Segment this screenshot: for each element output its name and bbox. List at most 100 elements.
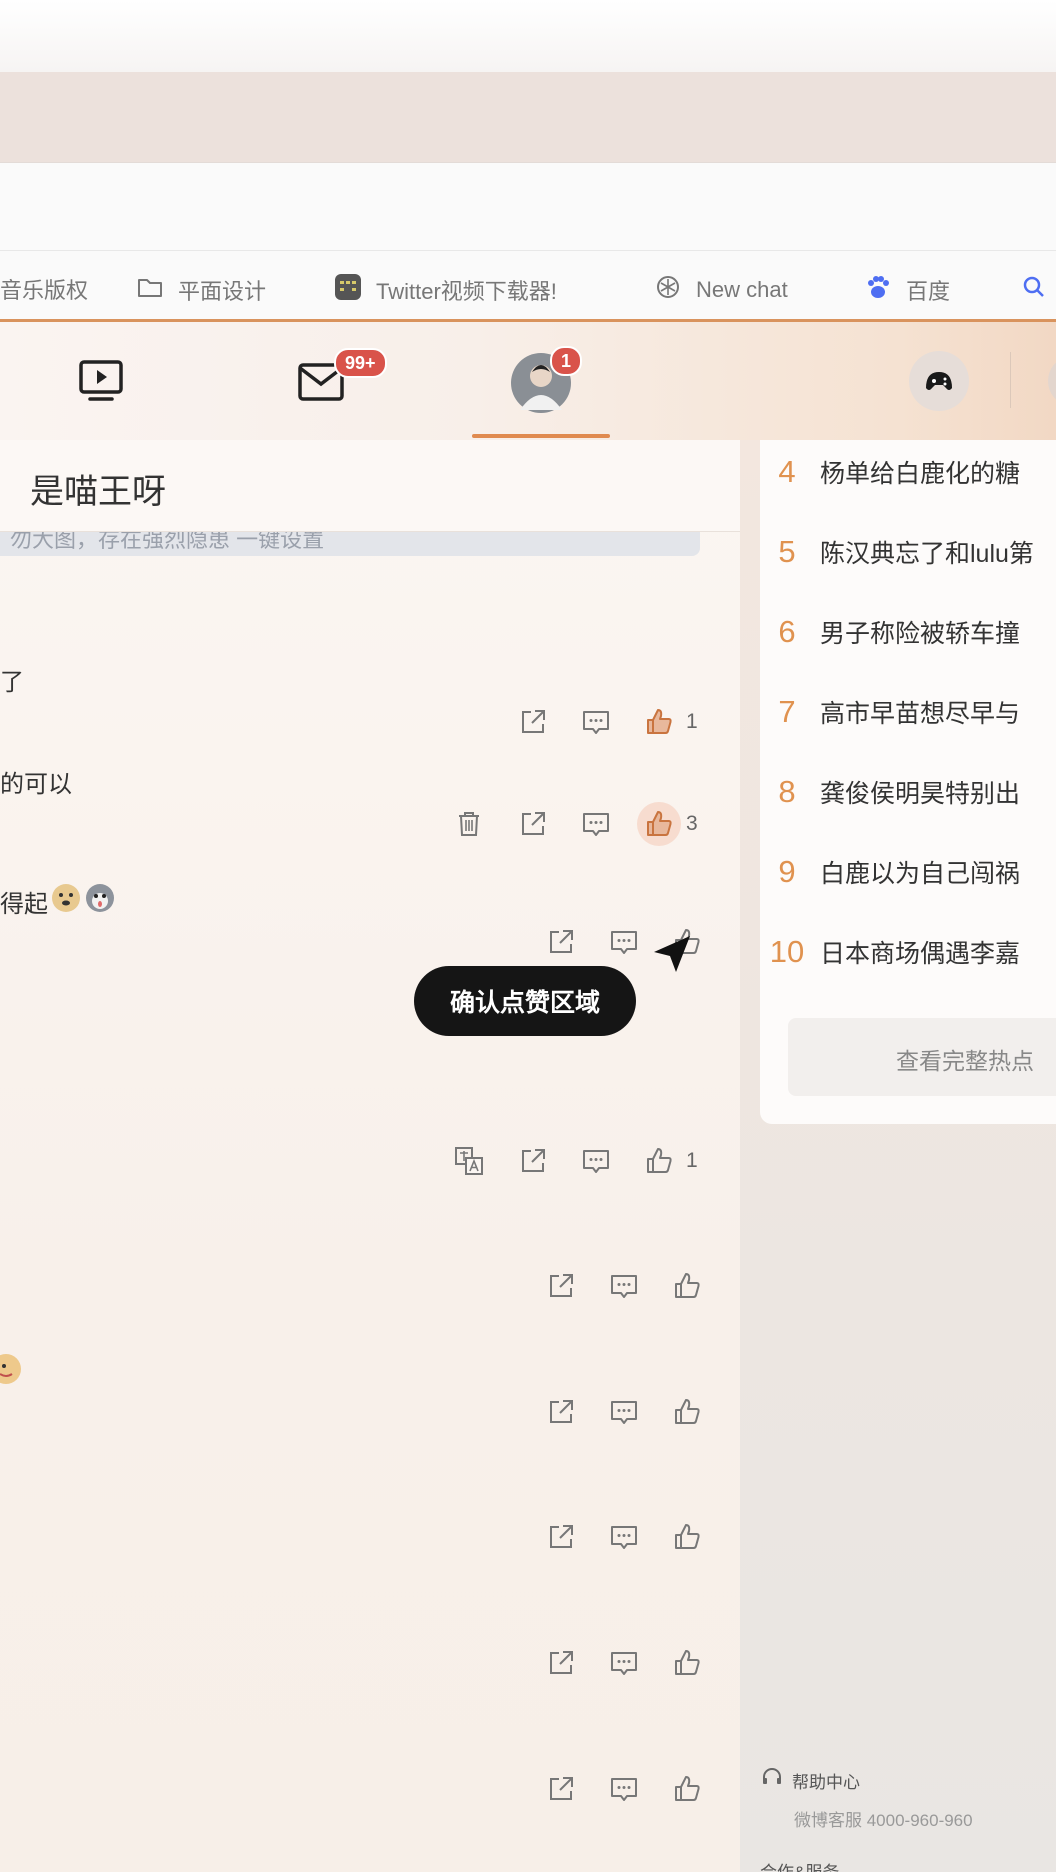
comment-icon[interactable] xyxy=(580,706,612,738)
openai-icon xyxy=(654,273,682,307)
headset-icon xyxy=(760,1766,784,1795)
hot-title: 陈汉典忘了和lulu第 xyxy=(820,540,1034,568)
more-icon[interactable] xyxy=(1048,358,1056,404)
hot-rank: 9 xyxy=(778,854,796,889)
bookmark-label: 百度 xyxy=(906,279,951,304)
bookmarks-bar: 音乐版权 平面设计 Twitter视频下载器! New chat 百度 xyxy=(0,250,1056,322)
share-icon[interactable] xyxy=(545,926,577,958)
hot-rank: 6 xyxy=(778,614,796,649)
bookmark-label: 音乐版权 xyxy=(0,278,89,303)
share-icon[interactable] xyxy=(545,1270,577,1302)
like-icon[interactable] xyxy=(671,1773,703,1805)
hot-title: 龚俊侯明昊特别出 xyxy=(820,780,1021,808)
bookmark-search[interactable] xyxy=(1020,273,1048,307)
trash-icon[interactable] xyxy=(453,808,485,840)
hot-item[interactable]: 4 杨单给白鹿化的糖 xyxy=(760,454,1020,494)
share-icon[interactable] xyxy=(545,1396,577,1428)
doge-emoji-icon xyxy=(50,882,82,921)
comment-icon[interactable] xyxy=(608,1647,640,1679)
hot-title: 白鹿以为自己闯祸 xyxy=(820,860,1021,888)
comment-text: 了 xyxy=(0,669,24,696)
hot-title: 高市早苗想尽早与 xyxy=(820,700,1021,728)
hot-item[interactable]: 7 高市早苗想尽早与 xyxy=(760,694,1020,734)
help-center-label: 帮助中心 xyxy=(792,1773,860,1792)
share-icon[interactable] xyxy=(545,1647,577,1679)
hot-item[interactable]: 8 龚俊侯明昊特别出 xyxy=(760,774,1020,814)
cooperation-link[interactable]: 合作&服务 xyxy=(760,1858,839,1872)
weibo-top-nav: 99+ 1 xyxy=(0,322,1056,440)
folder-icon xyxy=(136,273,164,307)
comment-icon[interactable] xyxy=(608,1521,640,1553)
downloader-app-icon xyxy=(334,273,362,307)
bookmark-baidu[interactable]: 百度 xyxy=(864,273,950,307)
post-author-name[interactable]: 是喵王呀 xyxy=(30,464,166,513)
notice-text: 勿大图，存在强烈隐患 一键设置 xyxy=(10,532,325,552)
comment-text: 的可以 xyxy=(0,771,72,798)
like-count: 3 xyxy=(686,812,698,835)
like-icon[interactable] xyxy=(671,1396,703,1428)
share-icon[interactable] xyxy=(545,1521,577,1553)
view-full-hot-list-button[interactable]: 查看完整热点 xyxy=(788,1018,1056,1096)
hot-item[interactable]: 5 陈汉典忘了和lulu第 xyxy=(760,534,1034,574)
cursor-arrow-icon xyxy=(650,932,694,981)
comment-icon[interactable] xyxy=(608,1270,640,1302)
comment-icon[interactable] xyxy=(608,926,640,958)
bookmark-twitter-downloader[interactable]: Twitter视频下载器! xyxy=(334,273,557,307)
share-icon[interactable] xyxy=(517,808,549,840)
browser-tab-strip xyxy=(0,72,1056,162)
mail-count-badge: 99+ xyxy=(334,348,387,378)
hot-search-card: 4 杨单给白鹿化的糖 5 陈汉典忘了和lulu第 6 男子称险被轿车撞 7 高市… xyxy=(760,440,1056,1124)
bookmark-new-chat[interactable]: New chat xyxy=(654,273,788,307)
like-icon[interactable] xyxy=(643,1145,675,1177)
active-tab-indicator xyxy=(472,434,610,438)
comment-icon[interactable] xyxy=(608,1396,640,1428)
browser-address-bar[interactable] xyxy=(0,162,1056,250)
hot-rank: 10 xyxy=(769,934,805,969)
baidu-paw-icon xyxy=(864,273,892,307)
comment-text: 得起 xyxy=(0,891,48,918)
bookmark-music-rights[interactable]: 音乐版权 xyxy=(0,273,88,305)
translate-icon[interactable] xyxy=(453,1145,485,1177)
profile-notification-badge: 1 xyxy=(550,346,583,376)
hot-rank: 5 xyxy=(778,534,796,569)
like-icon-active[interactable] xyxy=(643,706,675,738)
emoji-fragment xyxy=(0,1352,26,1393)
nav-divider xyxy=(1010,352,1011,408)
husky-emoji-icon xyxy=(84,882,116,921)
window-top-area xyxy=(0,0,1056,72)
share-icon[interactable] xyxy=(517,706,549,738)
like-icon[interactable] xyxy=(671,1647,703,1679)
post-title-bar: 是喵王呀 xyxy=(0,440,740,532)
comment-row-3-text: 得起 xyxy=(0,882,116,921)
hot-item[interactable]: 6 男子称险被轿车撞 xyxy=(760,614,1020,654)
help-center-link[interactable]: 帮助中心 xyxy=(760,1766,860,1795)
comment-icon[interactable] xyxy=(608,1773,640,1805)
bookmark-label: New chat xyxy=(696,277,788,302)
comment-icon[interactable] xyxy=(580,808,612,840)
bookmark-graphic-design[interactable]: 平面设计 xyxy=(136,273,266,307)
hot-rank: 7 xyxy=(778,694,796,729)
customer-service-number: 微博客服 4000-960-960 xyxy=(794,1811,973,1830)
share-icon[interactable] xyxy=(545,1773,577,1805)
confirm-like-area-tooltip: 确认点赞区域 xyxy=(414,966,636,1036)
share-icon[interactable] xyxy=(517,1145,549,1177)
like-icon-active[interactable] xyxy=(643,808,675,840)
like-count: 1 xyxy=(686,710,698,733)
hot-title: 男子称险被轿车撞 xyxy=(820,620,1021,648)
hot-rank: 8 xyxy=(778,774,796,809)
like-icon[interactable] xyxy=(671,1521,703,1553)
privacy-notice[interactable]: 勿大图，存在强烈隐患 一键设置 xyxy=(0,532,700,556)
hot-item[interactable]: 10 日本商场偶遇李嘉 xyxy=(760,934,1020,974)
hot-item[interactable]: 9 白鹿以为自己闯祸 xyxy=(760,854,1020,894)
hot-title: 日本商场偶遇李嘉 xyxy=(820,940,1021,968)
bookmark-label: Twitter视频下载器! xyxy=(376,279,557,304)
hot-title: 杨单给白鹿化的糖 xyxy=(820,460,1021,488)
bookmark-label: 平面设计 xyxy=(178,279,267,304)
comment-icon[interactable] xyxy=(580,1145,612,1177)
hot-rank: 4 xyxy=(778,454,796,489)
video-icon[interactable] xyxy=(78,358,124,409)
game-icon[interactable] xyxy=(908,350,970,417)
like-count: 1 xyxy=(686,1149,698,1172)
like-icon[interactable] xyxy=(671,1270,703,1302)
search-icon xyxy=(1020,273,1048,307)
